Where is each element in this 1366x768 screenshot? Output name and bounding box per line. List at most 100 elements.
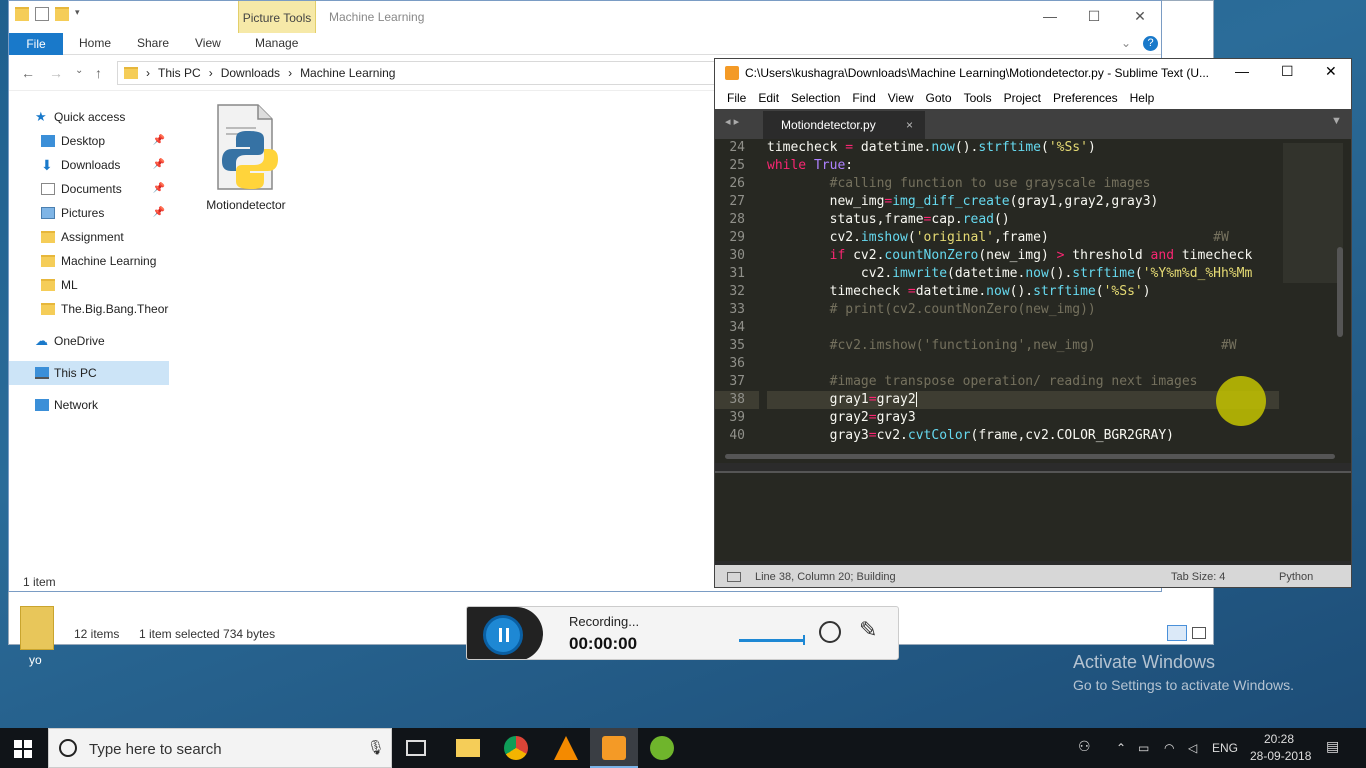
pin-icon: 📌 [152, 135, 165, 146]
sidebar-item-downloads[interactable]: ⬇ Downloads 📌 [9, 153, 169, 177]
tab-view[interactable]: View [195, 36, 221, 50]
menu-goto[interactable]: Goto [920, 87, 958, 109]
status-tab-size[interactable]: Tab Size: 4 [1171, 565, 1225, 587]
start-button[interactable] [14, 740, 32, 758]
search-box[interactable]: Type here to search 🎙 [48, 728, 392, 768]
sidebar-item-machine-learning[interactable]: Machine Learning [9, 249, 169, 273]
file-item-motiondetector[interactable]: Motiondetector [201, 101, 291, 212]
pause-button[interactable] [483, 615, 523, 655]
menu-view[interactable]: View [882, 87, 920, 109]
tab-file[interactable]: File [9, 33, 63, 55]
tab-close-icon[interactable]: × [906, 111, 913, 139]
large-icons-view-icon[interactable] [1192, 627, 1206, 639]
vlc-icon[interactable] [554, 736, 578, 760]
back-arrow-icon[interactable]: ← [21, 65, 35, 81]
breadcrumb-item-thispc[interactable]: This PC [158, 66, 201, 80]
desktop-file-icon[interactable] [20, 606, 54, 650]
sidebar-item-documents[interactable]: Documents 📌 [9, 177, 169, 201]
tab-manage[interactable]: Manage [255, 36, 298, 50]
menu-file[interactable]: File [721, 87, 752, 109]
maximize-button[interactable]: ☐ [1281, 63, 1294, 80]
menu-help[interactable]: Help [1124, 87, 1161, 109]
folder-icon [124, 67, 138, 79]
tab-share[interactable]: Share [137, 36, 169, 50]
tab-scroll-arrows-icon[interactable]: ◂ ▸ [725, 115, 739, 128]
wifi-icon[interactable]: ◠ [1164, 741, 1174, 755]
maximize-button[interactable]: ☐ [1071, 1, 1117, 33]
sidebar-item-label: The.Big.Bang.Theor [61, 302, 169, 316]
code-line: cv2.imwrite(datetime.now().strftime('%Y%… [767, 266, 1253, 281]
minimize-button[interactable]: — [1027, 1, 1073, 33]
task-view-icon[interactable] [406, 740, 426, 756]
menu-tools[interactable]: Tools [958, 87, 998, 109]
picture-tools-context-tab: Picture Tools [238, 1, 316, 33]
audio-level-slider[interactable] [739, 639, 805, 642]
up-arrow-icon[interactable]: ↑ [95, 65, 102, 81]
sidebar-item-desktop[interactable]: Desktop 📌 [9, 129, 169, 153]
menu-find[interactable]: Find [846, 87, 881, 109]
pen-icon[interactable]: ✎ [859, 617, 877, 643]
sidebar-item-label: ML [61, 278, 78, 292]
details-view-icon[interactable] [1167, 625, 1187, 641]
tab-list-dropdown-icon[interactable]: ▼ [1331, 115, 1342, 127]
properties-icon[interactable] [35, 7, 49, 21]
sidebar-item-network[interactable]: Network [9, 393, 169, 417]
menu-selection[interactable]: Selection [785, 87, 846, 109]
sidebar-item-big-bang-theory[interactable]: The.Big.Bang.Theor [9, 297, 169, 321]
notification-center-icon[interactable]: ▤ [1326, 738, 1339, 755]
sidebar-item-assignment[interactable]: Assignment [9, 225, 169, 249]
recent-dropdown-icon[interactable]: ⌄ [75, 65, 83, 76]
utorrent-icon[interactable] [650, 736, 674, 760]
sidebar-item-quick-access[interactable]: ★ Quick access [9, 105, 169, 129]
vertical-scrollbar[interactable] [1337, 247, 1343, 337]
tab-motiondetector[interactable]: Motiondetector.py × [763, 111, 925, 139]
chrome-icon[interactable] [504, 736, 528, 760]
show-hidden-icons-chevron-icon[interactable]: ⌃ [1116, 741, 1126, 755]
sidebar-item-label: Downloads [61, 158, 121, 172]
code-area[interactable]: timecheck = datetime.now().strftime('%Ss… [767, 139, 1279, 451]
language-indicator[interactable]: ENG [1212, 741, 1238, 755]
sublime-taskbar-button[interactable] [590, 728, 638, 768]
sidebar-item-label: This PC [54, 366, 97, 380]
sidebar-item-this-pc[interactable]: This PC [9, 361, 169, 385]
ribbon-expand-icon[interactable]: ⌄ [1121, 36, 1131, 50]
battery-icon[interactable]: ▭ [1138, 741, 1149, 755]
minimize-button[interactable]: — [1235, 63, 1249, 79]
panel-toggle-icon[interactable] [727, 572, 741, 582]
forward-arrow-icon[interactable]: → [49, 65, 63, 81]
code-line: if cv2.countNonZero(new_img) > threshold… [829, 248, 1253, 263]
tab-home[interactable]: Home [79, 36, 111, 50]
breadcrumb-item-machine-learning[interactable]: Machine Learning [300, 66, 395, 80]
sidebar-item-ml[interactable]: ML [9, 273, 169, 297]
code-line: gray2=gray3 [767, 410, 916, 425]
menu-edit[interactable]: Edit [752, 87, 785, 109]
code-line: # print(cv2.countNonZero(new_img)) [767, 302, 1096, 317]
clock-date[interactable]: 28-09-2018 [1250, 749, 1311, 763]
microphone-icon[interactable]: 🎙 [367, 739, 385, 756]
status-syntax[interactable]: Python [1279, 565, 1313, 587]
breadcrumb-item-downloads[interactable]: Downloads [221, 66, 280, 80]
sidebar-item-onedrive[interactable]: ☁ OneDrive [9, 329, 169, 353]
slider-handle[interactable] [803, 635, 805, 645]
sidebar-item-label: Machine Learning [61, 254, 157, 268]
desktop-icon-label[interactable]: yo [29, 653, 42, 667]
new-folder-icon[interactable] [55, 7, 69, 21]
status-position: Line 38, Column 20; Building [755, 571, 896, 583]
people-icon[interactable]: ⚇ [1078, 738, 1091, 755]
file-explorer-taskbar-icon[interactable] [456, 739, 480, 757]
menu-preferences[interactable]: Preferences [1047, 87, 1124, 109]
line-number: 30 [729, 248, 745, 263]
sidebar-item-pictures[interactable]: Pictures 📌 [9, 201, 169, 225]
clock-time[interactable]: 20:28 [1264, 732, 1294, 746]
build-output-panel[interactable] [715, 471, 1351, 561]
help-icon[interactable]: ? [1143, 36, 1158, 51]
menu-project[interactable]: Project [998, 87, 1047, 109]
customize-dropdown-icon[interactable]: ▾ [75, 7, 83, 21]
line-number: 24 [729, 140, 745, 155]
horizontal-scrollbar[interactable] [725, 454, 1335, 459]
close-button[interactable]: ✕ [1325, 63, 1337, 80]
volume-icon[interactable]: ◁ [1188, 741, 1197, 755]
close-button[interactable]: ✕ [1117, 1, 1161, 33]
webcam-icon[interactable] [819, 621, 841, 643]
sublime-tabbar: ◂ ▸ Motiondetector.py × ▼ [715, 109, 1351, 139]
